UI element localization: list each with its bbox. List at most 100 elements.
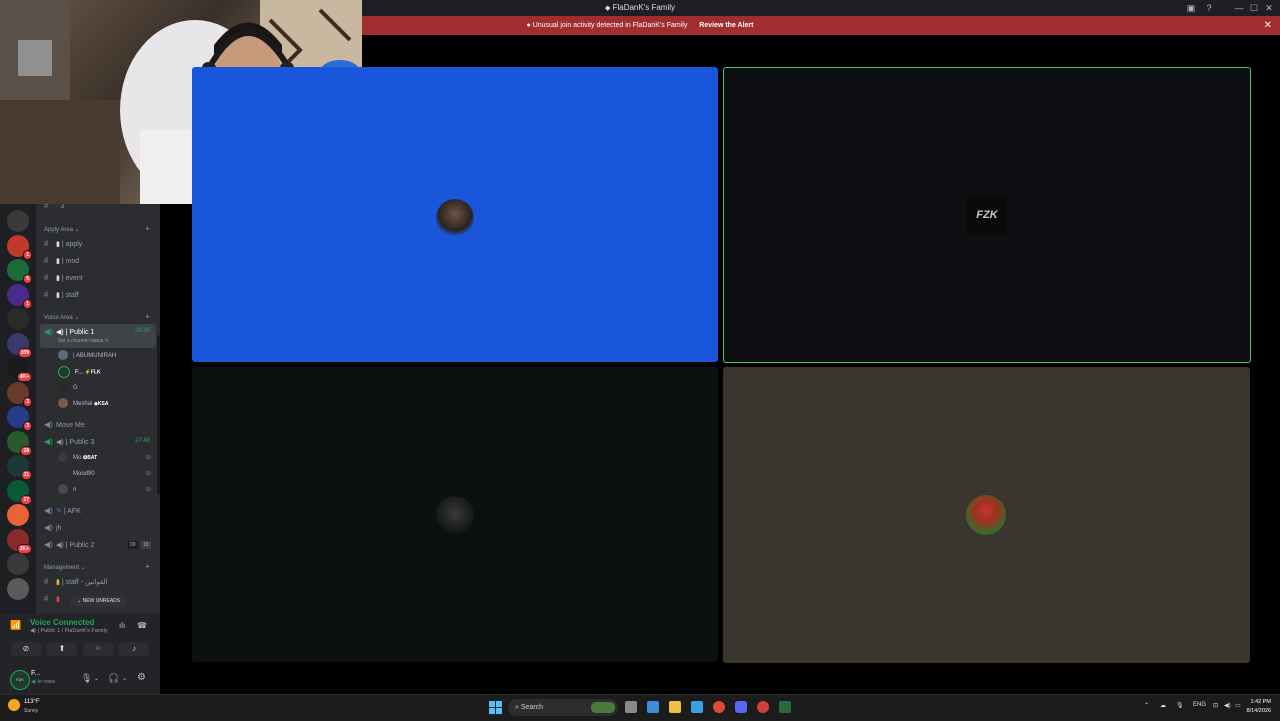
voice-connected-subtitle[interactable]: ◀) | Public 1 / FlaDanK's Family bbox=[30, 628, 108, 634]
channel-apply[interactable]: # ▮ | apply bbox=[44, 237, 82, 251]
server-icon[interactable]: 5 bbox=[7, 259, 32, 284]
server-icon[interactable] bbox=[7, 308, 29, 330]
server-icon[interactable]: 28 bbox=[7, 430, 32, 456]
tray-app-icon[interactable]: ☁ bbox=[1160, 702, 1166, 709]
file-explorer-icon[interactable] bbox=[669, 701, 681, 713]
chevron-down-icon[interactable]: ⌄ bbox=[122, 675, 127, 682]
windows-start-icon[interactable] bbox=[489, 701, 502, 714]
video-tile[interactable] bbox=[192, 67, 718, 362]
avatar bbox=[58, 398, 68, 409]
voice-user[interactable]: F... ⚡FLK bbox=[58, 366, 101, 378]
voice-channel-move-me[interactable]: ◀) Move Me bbox=[44, 418, 85, 432]
review-alert-link[interactable]: Review the Alert bbox=[699, 22, 753, 29]
participant-avatar: FZK bbox=[967, 195, 1007, 235]
server-tag: ⚡FLK bbox=[84, 369, 101, 376]
microphone-tray-icon[interactable]: 🎙 bbox=[1176, 702, 1184, 709]
deafened-icon: ⊘ bbox=[146, 487, 152, 493]
channel-staff-rules[interactable]: # ▮ | staff - القوانين bbox=[44, 575, 107, 589]
mention-badge: 3K+ bbox=[16, 543, 32, 554]
soundboard-button[interactable]: ♪ bbox=[119, 642, 149, 656]
copilot-icon[interactable] bbox=[647, 701, 659, 713]
discord-taskbar-icon[interactable] bbox=[735, 701, 747, 713]
noise-suppression-icon[interactable]: ılı bbox=[119, 621, 125, 630]
weather-temp: 113°F bbox=[24, 699, 40, 705]
mention-badge: 11 bbox=[20, 470, 32, 480]
close-button[interactable]: ✕ bbox=[1258, 0, 1280, 16]
app-icon[interactable] bbox=[757, 701, 769, 713]
task-view-icon[interactable] bbox=[625, 701, 637, 713]
voice-user[interactable]: n bbox=[58, 484, 76, 496]
server-icon[interactable]: 3 bbox=[7, 381, 32, 407]
avatar bbox=[58, 484, 68, 495]
server-icon[interactable]: 109 bbox=[7, 332, 32, 358]
channel-status[interactable]: Set a channel status ✎ bbox=[58, 338, 109, 344]
server-icon[interactable] bbox=[7, 553, 29, 575]
app-icon[interactable] bbox=[779, 701, 791, 713]
headphones-icon[interactable]: 🎧 bbox=[108, 673, 119, 684]
channel-scrollbar[interactable] bbox=[157, 335, 160, 495]
server-icon[interactable]: 11 bbox=[7, 455, 32, 480]
speaker-icon: ◀) bbox=[44, 523, 53, 532]
clock-time[interactable]: 1:42 PM bbox=[1241, 699, 1271, 705]
taskbar-search[interactable]: ⌕ Search bbox=[508, 699, 618, 716]
camera-off-button[interactable]: ⊘ bbox=[11, 642, 41, 656]
chevron-down-icon[interactable]: ⌄ bbox=[94, 675, 99, 682]
voice-user[interactable]: | ABUMUNIRAH bbox=[58, 350, 116, 362]
video-tile[interactable] bbox=[723, 367, 1250, 663]
volume-icon[interactable]: ◀) bbox=[1224, 702, 1231, 709]
video-tile-speaking[interactable]: FZK bbox=[723, 67, 1251, 363]
voice-channel-jh[interactable]: ◀) jh bbox=[44, 521, 61, 535]
add-channel-icon[interactable]: + bbox=[145, 224, 150, 233]
mention-badge: 5 bbox=[23, 274, 32, 284]
screen-share-button[interactable]: ⬆ bbox=[47, 642, 77, 656]
server-icon[interactable]: 4K+ bbox=[7, 357, 32, 382]
user-count: 00 bbox=[128, 541, 138, 549]
server-icon[interactable]: 17 bbox=[7, 479, 32, 505]
voice-channel-public2[interactable]: ◀) ◀) | Public 2 bbox=[44, 538, 94, 552]
signal-icon[interactable]: 📶 bbox=[10, 620, 21, 631]
activities-button[interactable]: ⁘ bbox=[83, 642, 113, 656]
video-tile[interactable] bbox=[192, 367, 718, 662]
voice-user[interactable]: Meshal ◆KSA bbox=[58, 398, 108, 410]
voice-channel-public1[interactable]: ◀) ◀) | Public 1 bbox=[44, 325, 94, 339]
voice-channel-afk[interactable]: ◀) ✎ | AFK bbox=[44, 504, 81, 518]
disconnect-icon[interactable]: ☎ bbox=[137, 621, 147, 630]
language-indicator[interactable]: ENG bbox=[1193, 702, 1206, 708]
add-channel-icon[interactable]: + bbox=[145, 562, 150, 571]
channel-mod[interactable]: # ▮ | mod bbox=[44, 254, 79, 268]
voice-user[interactable]: Mo ✪BAT bbox=[58, 452, 97, 464]
new-unreads-button[interactable]: ⌄ NEW UNREADS bbox=[70, 596, 128, 607]
server-icon[interactable] bbox=[7, 577, 29, 600]
category-management[interactable]: Management ⌄ bbox=[44, 564, 86, 571]
user-avatar[interactable]: FZK bbox=[10, 670, 30, 690]
voice-channel-public3[interactable]: ◀) ◀) | Public 3 bbox=[44, 435, 94, 449]
category-apply-area[interactable]: Apply Area ⌄ bbox=[44, 226, 80, 233]
clock-date[interactable]: 8/14/2026 bbox=[1238, 708, 1271, 714]
avatar bbox=[58, 366, 70, 378]
chrome-icon[interactable] bbox=[713, 701, 725, 713]
weather-sun-icon[interactable] bbox=[8, 699, 20, 711]
chevron-up-icon[interactable]: ⌃ bbox=[1144, 702, 1149, 709]
server-icon[interactable]: 3K+ bbox=[7, 528, 32, 554]
voice-user[interactable]: Mood90 bbox=[58, 468, 95, 480]
voice-user[interactable]: G bbox=[58, 382, 78, 394]
channel-partial[interactable]: # ▮ bbox=[44, 592, 60, 606]
network-icon[interactable]: ⊡ bbox=[1213, 702, 1218, 709]
server-icon[interactable] bbox=[7, 504, 29, 526]
speaker-icon: ◀) bbox=[44, 437, 53, 446]
alert-close-icon[interactable]: ✕ bbox=[1264, 16, 1272, 35]
store-icon[interactable] bbox=[691, 701, 703, 713]
settings-gear-icon[interactable]: ⚙ bbox=[137, 672, 146, 683]
search-icon: ⌕ bbox=[515, 704, 519, 711]
channel-timer: 27:48 bbox=[135, 438, 151, 444]
server-icon[interactable] bbox=[7, 210, 29, 232]
microphone-icon[interactable]: 🎙 bbox=[81, 673, 92, 684]
server-icon[interactable]: 1 bbox=[7, 283, 32, 309]
channel-staff[interactable]: # ▮ | staff bbox=[44, 288, 79, 302]
add-channel-icon[interactable]: + bbox=[145, 312, 150, 321]
help-icon[interactable]: ? bbox=[1198, 0, 1220, 16]
server-icon[interactable]: 3 bbox=[7, 406, 32, 431]
channel-event[interactable]: # ▮ | event bbox=[44, 271, 83, 285]
server-icon[interactable]: 1 bbox=[7, 234, 32, 260]
category-voice-area[interactable]: Voice Area ⌄ bbox=[44, 314, 79, 321]
